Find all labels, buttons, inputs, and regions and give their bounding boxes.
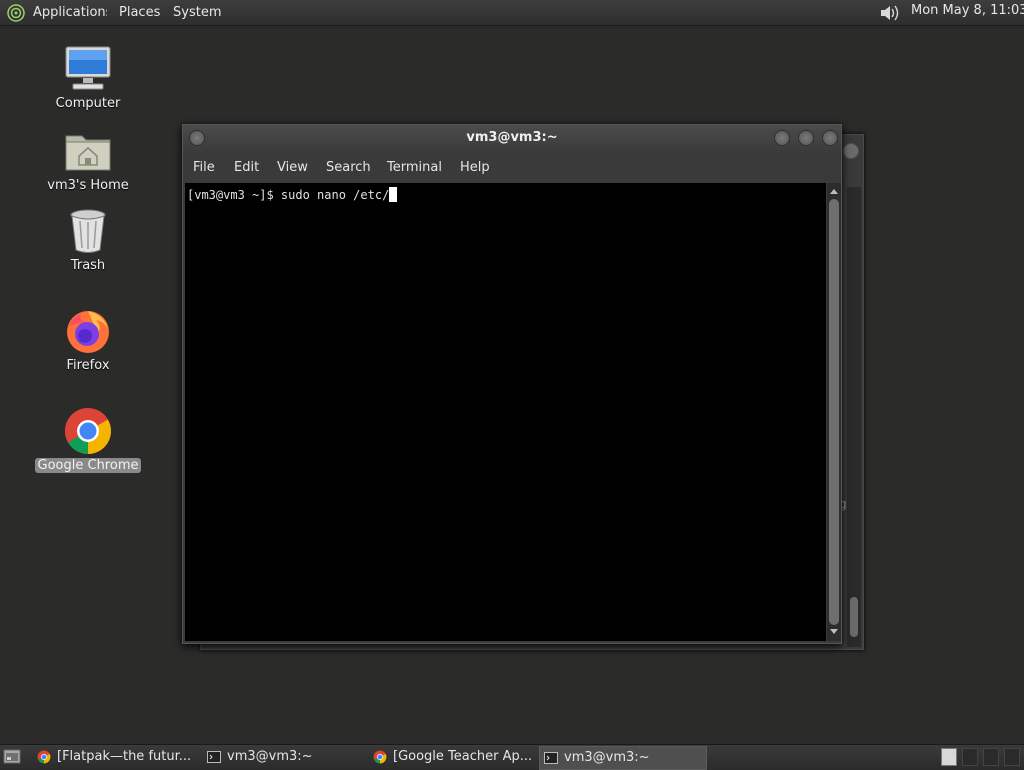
background-window-button[interactable] xyxy=(843,143,859,159)
terminal-scrollbar[interactable] xyxy=(827,183,841,641)
background-window-scrollbar[interactable] xyxy=(847,187,861,647)
terminal-menubar: File Edit View Search Terminal Help xyxy=(183,153,841,181)
desktop-icon-label: vm3's Home xyxy=(47,178,129,193)
show-desktop-icon[interactable] xyxy=(3,748,21,765)
menu-help[interactable]: Help xyxy=(460,153,490,183)
scroll-up-arrow-icon[interactable] xyxy=(830,189,838,194)
taskbar-item-label: [Flatpak—the futur... xyxy=(57,749,192,764)
chrome-icon xyxy=(37,750,51,764)
taskbar-item-terminal[interactable]: vm3@vm3:~ xyxy=(203,746,363,768)
terminal-output[interactable]: [vm3@vm3 ~]$ sudo nano /etc/ xyxy=(185,183,826,641)
menu-search[interactable]: Search xyxy=(326,153,371,183)
terminal-line: [vm3@vm3 ~]$ sudo nano /etc/ xyxy=(187,187,398,202)
taskbar-item-label: vm3@vm3:~ xyxy=(227,749,313,764)
desktop-icon-chrome[interactable]: Google Chrome xyxy=(33,406,143,473)
desktop-icon-label: Firefox xyxy=(66,358,110,373)
applications-menu[interactable]: Applications xyxy=(33,0,107,25)
desktop-icon-firefox[interactable]: Firefox xyxy=(33,306,143,373)
home-folder-icon xyxy=(65,135,111,171)
close-button[interactable] xyxy=(822,130,838,146)
desktop-icon-label: Computer xyxy=(55,96,121,111)
applications-menu-icon[interactable] xyxy=(6,3,26,23)
terminal-window[interactable]: vm3@vm3:~ File Edit View Search Terminal… xyxy=(182,124,842,644)
workspace-4[interactable] xyxy=(1004,748,1020,766)
workspace-1[interactable] xyxy=(941,748,957,766)
terminal-command: sudo nano /etc/ xyxy=(280,188,390,202)
taskbar-item-chrome-teacher[interactable]: [Google Teacher Ap... xyxy=(369,746,535,768)
terminal-icon xyxy=(544,752,558,764)
window-title: vm3@vm3:~ xyxy=(466,130,558,145)
computer-icon xyxy=(65,46,111,90)
desktop-icon-label: Google Chrome xyxy=(34,458,142,473)
scrollbar-thumb[interactable] xyxy=(850,597,858,637)
maximize-button[interactable] xyxy=(798,130,814,146)
taskbar-item-terminal-active[interactable]: vm3@vm3:~ xyxy=(539,746,707,770)
chrome-icon xyxy=(373,750,387,764)
desktop-icon-trash[interactable]: Trash xyxy=(33,206,143,273)
workspace-2[interactable] xyxy=(962,748,978,766)
taskbar-item-chrome-flatpak[interactable]: [Flatpak—the futur... xyxy=(33,746,193,768)
menu-edit[interactable]: Edit xyxy=(234,153,259,183)
chrome-icon xyxy=(65,408,111,454)
volume-icon[interactable] xyxy=(878,3,902,23)
menu-file[interactable]: File xyxy=(193,153,215,183)
menu-terminal[interactable]: Terminal xyxy=(387,153,442,183)
firefox-icon xyxy=(67,311,109,353)
terminal-prompt: [vm3@vm3 ~]$ xyxy=(187,188,281,202)
text-cursor xyxy=(389,187,398,202)
clock[interactable]: Mon May 8, 11:03 xyxy=(911,0,1024,22)
bottom-panel: [Flatpak—the futur... vm3@vm3:~ [Google … xyxy=(0,744,1024,770)
desktop-icon-label: Trash xyxy=(70,258,106,273)
scrollbar-thumb[interactable] xyxy=(829,199,839,625)
taskbar-item-label: [Google Teacher Ap... xyxy=(393,749,533,764)
top-panel: Applications Places System Mon May 8, 11… xyxy=(0,0,1024,26)
minimize-button[interactable] xyxy=(774,130,790,146)
menu-view[interactable]: View xyxy=(277,153,308,183)
scroll-down-arrow-icon[interactable] xyxy=(830,629,838,634)
taskbar-item-label: vm3@vm3:~ xyxy=(564,750,650,765)
trash-icon xyxy=(70,209,106,253)
workspace-3[interactable] xyxy=(983,748,999,766)
terminal-icon xyxy=(207,751,221,763)
desktop-icon-home[interactable]: vm3's Home xyxy=(33,126,143,193)
places-menu[interactable]: Places xyxy=(119,0,160,25)
window-titlebar[interactable]: vm3@vm3:~ xyxy=(183,125,841,153)
desktop-icon-computer[interactable]: Computer xyxy=(33,44,143,111)
system-menu[interactable]: System xyxy=(173,0,221,25)
